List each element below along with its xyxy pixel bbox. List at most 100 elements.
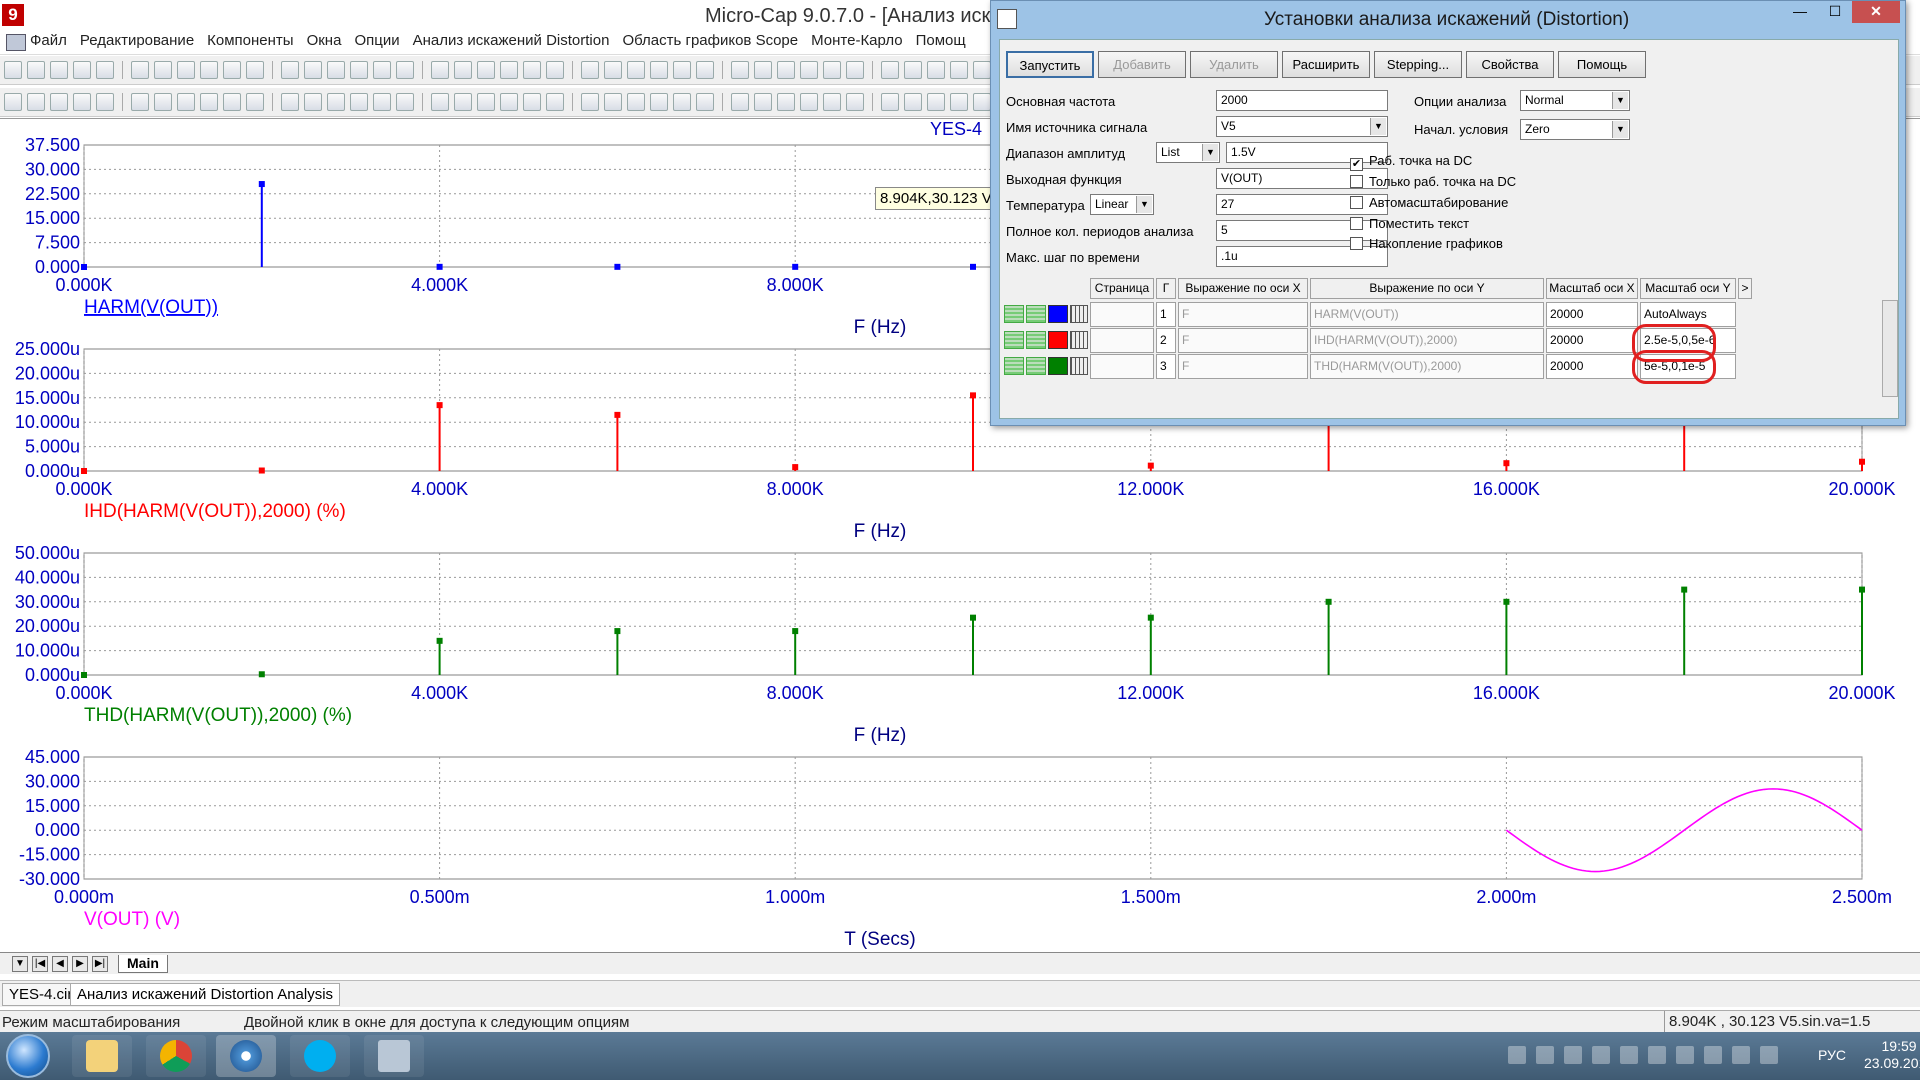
main-tool-icon-35[interactable] <box>881 61 899 79</box>
grid-cell-xscale[interactable]: 20000 <box>1546 328 1638 353</box>
menu-item-1[interactable]: Редактирование <box>80 32 194 49</box>
curve-color-swatch[interactable] <box>1048 305 1068 323</box>
menu-item-3[interactable]: Окна <box>307 32 342 49</box>
tray-icon-volume[interactable] <box>1760 1046 1778 1064</box>
help-button[interactable]: Помощь <box>1558 51 1646 78</box>
plot-tool-icon-27[interactable] <box>673 93 691 111</box>
main-tool-icon-11[interactable] <box>281 61 299 79</box>
line-style-icon[interactable] <box>1026 331 1046 349</box>
plot-tool-icon-32[interactable] <box>800 93 818 111</box>
main-tool-icon-23[interactable] <box>581 61 599 79</box>
checkbox-4[interactable]: Накопление графиков <box>1350 236 1503 251</box>
menu-item-4[interactable]: Опции <box>354 32 399 49</box>
main-tool-icon-31[interactable] <box>777 61 795 79</box>
checkbox-0[interactable]: ✔ Раб. точка на DC <box>1350 153 1472 171</box>
plot-tool-icon-22[interactable] <box>546 93 564 111</box>
main-tool-icon-4[interactable] <box>96 61 114 79</box>
plot-tool-icon-37[interactable] <box>927 93 945 111</box>
main-tool-icon-10[interactable] <box>246 61 264 79</box>
grid-cell-x[interactable]: F <box>1178 328 1308 353</box>
main-tool-icon-9[interactable] <box>223 61 241 79</box>
grid-cell-g[interactable]: 1 <box>1156 302 1176 327</box>
numeric-output-icon[interactable] <box>1070 305 1088 323</box>
plot-tool-icon-23[interactable] <box>581 93 599 111</box>
plot-tool-icon-2[interactable] <box>50 93 68 111</box>
main-tool-icon-19[interactable] <box>477 61 495 79</box>
grid-cell-y[interactable]: IHD(HARM(V(OUT)),2000) <box>1310 328 1544 353</box>
main-tool-icon-13[interactable] <box>327 61 345 79</box>
plot-tool-icon-26[interactable] <box>650 93 668 111</box>
main-tool-icon-2[interactable] <box>50 61 68 79</box>
main-tool-icon-36[interactable] <box>904 61 922 79</box>
checkbox-2[interactable]: Автомасштабирование <box>1350 195 1508 210</box>
plot-tool-icon-38[interactable] <box>950 93 968 111</box>
tray-icon-network[interactable] <box>1536 1046 1554 1064</box>
plot-tool-icon-4[interactable] <box>96 93 114 111</box>
plot-tool-icon-12[interactable] <box>304 93 322 111</box>
grid-cell-xscale[interactable]: 20000 <box>1546 354 1638 379</box>
plot-tool-icon-16[interactable] <box>396 93 414 111</box>
plot-row-icon[interactable] <box>1004 305 1024 323</box>
main-tool-icon-3[interactable] <box>73 61 91 79</box>
grid-cell-x[interactable]: F <box>1178 354 1308 379</box>
plot-tool-icon-20[interactable] <box>500 93 518 111</box>
grid-cell-x[interactable]: F <box>1178 302 1308 327</box>
properties-button[interactable]: Свойства <box>1466 51 1554 78</box>
plot-tool-icon-6[interactable] <box>154 93 172 111</box>
stepping-button[interactable]: Stepping... <box>1374 51 1462 78</box>
prev-sheet-icon[interactable]: ◀ <box>52 956 68 972</box>
grid-cell-page[interactable] <box>1090 354 1154 379</box>
chrome-task[interactable] <box>146 1035 206 1077</box>
main-tool-icon-24[interactable] <box>604 61 622 79</box>
plot-tool-icon-5[interactable] <box>131 93 149 111</box>
grid-cell-page[interactable] <box>1090 302 1154 327</box>
main-tool-icon-25[interactable] <box>627 61 645 79</box>
menu-item-2[interactable]: Компоненты <box>207 32 293 49</box>
main-tool-icon-5[interactable] <box>131 61 149 79</box>
plot-tool-icon-21[interactable] <box>523 93 541 111</box>
tray-icon-usb[interactable] <box>1676 1046 1694 1064</box>
fund-freq-input[interactable]: 2000 <box>1216 90 1388 111</box>
add-button[interactable]: Добавить <box>1098 51 1186 78</box>
main-tool-icon-7[interactable] <box>177 61 195 79</box>
main-tool-icon-14[interactable] <box>350 61 368 79</box>
plot-tool-icon-28[interactable] <box>696 93 714 111</box>
tray-icon-antivirus[interactable] <box>1564 1046 1582 1064</box>
main-tool-icon-37[interactable] <box>927 61 945 79</box>
main-tool-icon-34[interactable] <box>846 61 864 79</box>
close-icon[interactable]: ✕ <box>1852 1 1900 23</box>
tray-icon-monitor[interactable] <box>1648 1046 1666 1064</box>
curve-color-swatch[interactable] <box>1048 357 1068 375</box>
line-style-icon[interactable] <box>1026 357 1046 375</box>
plot-tool-icon-1[interactable] <box>27 93 45 111</box>
main-tool-icon-1[interactable] <box>27 61 45 79</box>
skype-task[interactable] <box>290 1035 350 1077</box>
document-icon[interactable] <box>6 34 26 51</box>
temp-mode-select[interactable]: Linear ▼ <box>1090 194 1154 215</box>
plot-tool-icon-11[interactable] <box>281 93 299 111</box>
doc-tab-circuit[interactable]: YES-4.cir <box>2 983 80 1006</box>
main-tool-icon-15[interactable] <box>373 61 391 79</box>
main-tool-icon-27[interactable] <box>673 61 691 79</box>
plot-tool-icon-3[interactable] <box>73 93 91 111</box>
menu-item-7[interactable]: Монте-Карло <box>811 32 903 49</box>
tray-icon-flag[interactable] <box>1704 1046 1722 1064</box>
grid-cell-g[interactable]: 2 <box>1156 328 1176 353</box>
plot-tool-icon-15[interactable] <box>373 93 391 111</box>
language-indicator[interactable]: РУС <box>1818 1047 1846 1063</box>
plot-tool-icon-0[interactable] <box>4 93 22 111</box>
plot-tool-icon-18[interactable] <box>454 93 472 111</box>
menu-item-6[interactable]: Область графиков Scope <box>622 32 798 49</box>
first-sheet-icon[interactable]: |◀ <box>32 956 48 972</box>
grid-cell-page[interactable] <box>1090 328 1154 353</box>
clock[interactable]: 19:59 23.09.2015 <box>1864 1038 1920 1072</box>
plot-tool-icon-34[interactable] <box>846 93 864 111</box>
tray-icon-display[interactable] <box>1508 1046 1526 1064</box>
options-select[interactable]: Normal ▼ <box>1520 90 1630 111</box>
plot-tool-icon-8[interactable] <box>200 93 218 111</box>
main-tool-icon-22[interactable] <box>546 61 564 79</box>
expand-button[interactable]: Расширить <box>1282 51 1370 78</box>
plot-tool-icon-29[interactable] <box>731 93 749 111</box>
main-tool-icon-0[interactable] <box>4 61 22 79</box>
main-tool-icon-6[interactable] <box>154 61 172 79</box>
